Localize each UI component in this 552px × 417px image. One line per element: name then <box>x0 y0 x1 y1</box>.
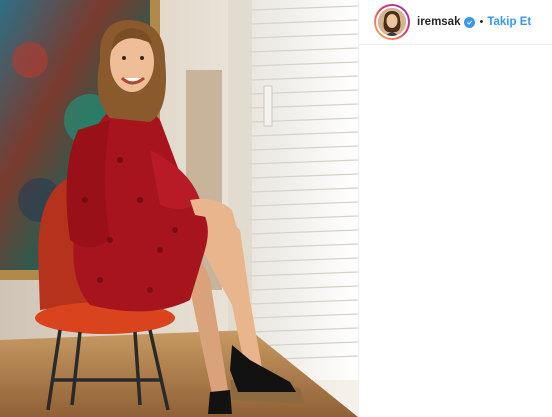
follow-button[interactable]: Takip Et <box>487 16 531 28</box>
avatar[interactable] <box>376 6 408 38</box>
verified-badge-icon <box>464 16 476 28</box>
instagram-post: iremsak • Takip Et <box>0 0 552 417</box>
post-photo[interactable] <box>0 0 358 417</box>
username-link[interactable]: iremsak <box>417 16 460 28</box>
post-header: iremsak • Takip Et <box>358 0 552 44</box>
header-divider <box>358 44 552 45</box>
separator-dot: • <box>479 16 484 28</box>
panel-divider <box>358 0 359 417</box>
story-ring[interactable] <box>374 4 410 40</box>
